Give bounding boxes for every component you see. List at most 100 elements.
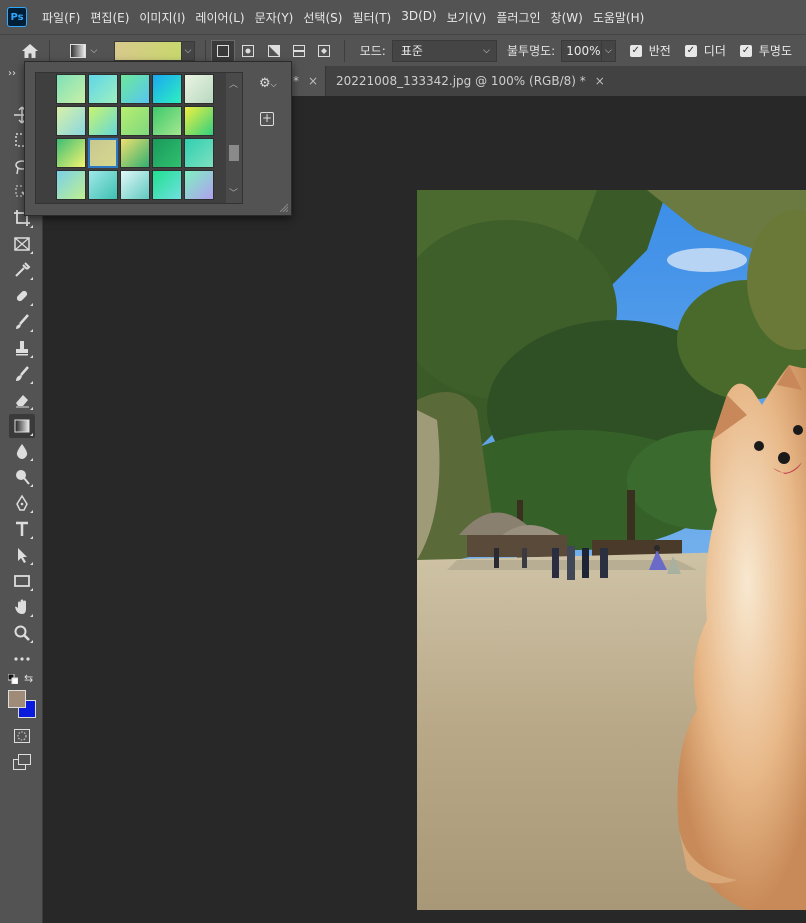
eyedropper-tool-icon[interactable] [9, 258, 35, 282]
gradient-swatch[interactable] [152, 138, 182, 168]
scroll-thumb[interactable] [229, 145, 239, 161]
menu-item-10[interactable]: 창(W) [546, 9, 588, 26]
reverse-checkbox[interactable]: ✓ 반전 [629, 42, 671, 59]
menu-item-6[interactable]: 필터(T) [347, 9, 396, 26]
photo-scene [417, 190, 806, 910]
menu-item-0[interactable]: 파일(F) [37, 9, 85, 26]
path-select-tool-icon[interactable] [9, 543, 35, 567]
gradient-preview[interactable] [113, 40, 182, 61]
document-tab-2[interactable]: 20221008_133342.jpg @ 100% (RGB/8) * × [325, 66, 615, 96]
chevron-up-icon[interactable]: ︿ [229, 77, 238, 90]
gradient-swatch[interactable] [56, 138, 86, 168]
angle-gradient-button[interactable] [262, 40, 285, 62]
gear-icon[interactable]: ⚙⌵ [259, 76, 281, 94]
gradient-tool-icon[interactable] [9, 414, 35, 438]
gradient-swatch[interactable] [120, 138, 150, 168]
menu-item-3[interactable]: 레이어(L) [190, 9, 249, 26]
tab-label: * [293, 74, 299, 88]
healing-brush-tool-icon[interactable] [9, 284, 35, 308]
reverse-label: 반전 [648, 44, 671, 58]
gradient-swatch[interactable] [152, 74, 182, 104]
gradient-swatch[interactable] [56, 106, 86, 136]
dither-checkbox[interactable]: ✓ 디더 [684, 42, 726, 59]
brush-tool-icon[interactable] [9, 310, 35, 334]
gradient-swatch[interactable] [88, 74, 118, 104]
home-icon[interactable] [15, 39, 44, 63]
mode-select[interactable]: 표준 ⌵ [391, 39, 497, 62]
menu-item-8[interactable]: 보기(V) [442, 9, 492, 26]
foreground-color-swatch[interactable] [8, 690, 26, 708]
opacity-dropdown-button[interactable]: ⌵ [602, 39, 616, 62]
frame-tool-icon[interactable] [9, 232, 35, 256]
screen-mode-icon[interactable] [13, 754, 31, 770]
tab-label: 20221008_133342.jpg @ 100% (RGB/8) * [336, 74, 586, 88]
gradient-swatch-grid: ︿ ﹀ [35, 72, 243, 204]
menu-item-5[interactable]: 선택(S) [298, 9, 347, 26]
eraser-tool-icon[interactable] [9, 388, 35, 412]
menu-item-4[interactable]: 문자(Y) [250, 9, 299, 26]
new-gradient-icon[interactable]: + [260, 112, 274, 126]
gradient-dropdown-button[interactable]: ⌵ [181, 40, 196, 61]
gradient-swatch[interactable] [56, 74, 86, 104]
dodge-tool-icon[interactable] [9, 465, 35, 489]
resize-grip-icon[interactable] [278, 202, 288, 212]
gradient-swatch[interactable] [120, 106, 150, 136]
chevron-down-icon: ⌵ [483, 45, 490, 56]
gradient-swatch[interactable] [56, 170, 86, 200]
default-colors-icon[interactable] [8, 674, 18, 684]
more-tools-icon[interactable] [9, 647, 35, 671]
radial-gradient-button[interactable] [237, 40, 260, 62]
menu-item-1[interactable]: 편집(E) [85, 9, 134, 26]
menu-item-11[interactable]: 도움말(H) [588, 9, 650, 26]
reflected-gradient-button[interactable] [287, 40, 310, 62]
mode-label: 모드: [359, 44, 386, 58]
gradient-swatch[interactable] [152, 106, 182, 136]
gradient-swatch[interactable] [152, 170, 182, 200]
history-brush-tool-icon[interactable] [9, 362, 35, 386]
canvas-area[interactable] [44, 96, 806, 923]
menu-item-2[interactable]: 이미지(I) [134, 9, 190, 26]
gradient-swatch[interactable] [184, 74, 214, 104]
opacity-label: 불투명도: [507, 44, 556, 58]
document-image[interactable] [417, 190, 806, 910]
transparency-checkbox[interactable]: ✓ 투명도 [739, 42, 792, 59]
opacity-input[interactable]: 100% [561, 39, 603, 62]
mode-value: 표준 [400, 44, 423, 58]
collapse-panel-icon[interactable]: ›› [8, 68, 16, 79]
clone-stamp-tool-icon[interactable] [9, 336, 35, 360]
gradient-swatch[interactable] [120, 74, 150, 104]
type-tool-icon[interactable] [9, 517, 35, 541]
linear-gradient-button[interactable] [211, 39, 235, 62]
document-tab-1[interactable]: * × [291, 66, 327, 96]
chevron-down-icon: ⌵ [90, 45, 98, 56]
gradient-swatch[interactable] [184, 138, 214, 168]
zoom-tool-icon[interactable] [9, 621, 35, 645]
gradient-swatch[interactable] [120, 170, 150, 200]
gradient-swatch[interactable] [88, 106, 118, 136]
diamond-gradient-button[interactable] [312, 40, 335, 62]
tool-preset-picker[interactable]: ⌵ [65, 39, 102, 63]
menu-bar: Ps 파일(F) 편집(E) 이미지(I) 레이어(L) 문자(Y) 선택(S) 필터(T)… [0, 0, 806, 34]
gear-icon-glyph: ⚙ [259, 76, 271, 91]
chevron-down-icon[interactable]: ﹀ [229, 186, 238, 199]
gradient-swatch[interactable] [88, 170, 118, 200]
gradient-tool-icon [69, 43, 86, 58]
menu-item-9[interactable]: 플러그인 [491, 9, 545, 26]
photoshop-logo-icon[interactable]: Ps [7, 7, 27, 27]
pen-tool-icon[interactable] [9, 491, 35, 515]
blur-tool-icon[interactable] [9, 439, 35, 463]
gradient-picker-popup: ︿ ﹀ ⚙⌵ + [24, 61, 292, 216]
rectangle-tool-icon[interactable] [9, 569, 35, 593]
checkmark-icon: ✓ [629, 44, 642, 57]
gradient-swatch[interactable] [184, 170, 214, 200]
hand-tool-icon[interactable] [9, 595, 35, 619]
checkmark-icon: ✓ [684, 44, 697, 57]
gradient-swatch[interactable] [184, 106, 214, 136]
close-icon[interactable]: × [595, 74, 605, 88]
close-icon[interactable]: × [308, 74, 318, 88]
menu-item-7[interactable]: 3D(D) [396, 9, 441, 26]
gradient-swatch[interactable] [88, 138, 118, 168]
scrollbar[interactable]: ︿ ﹀ [226, 73, 242, 203]
swap-colors-icon[interactable]: ⇆ [24, 672, 33, 685]
quick-mask-icon[interactable] [14, 729, 30, 743]
